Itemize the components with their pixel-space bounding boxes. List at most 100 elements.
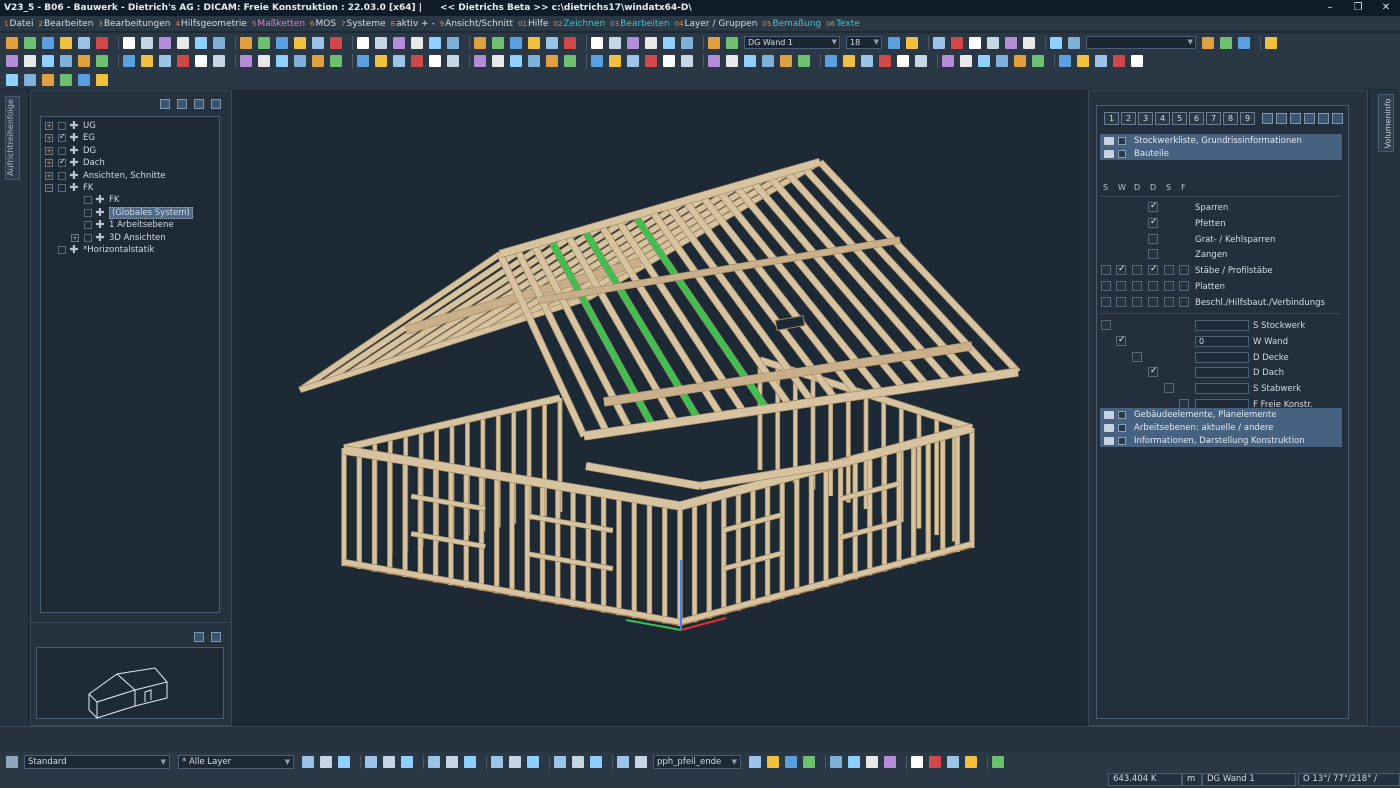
detail-view-icon[interactable] (1276, 113, 1287, 124)
tool-icon[interactable] (528, 54, 540, 67)
expand-toggle[interactable]: + (45, 122, 53, 130)
storey-value-field[interactable] (1195, 351, 1249, 363)
tool-icon[interactable] (1202, 36, 1214, 49)
storey-value-field[interactable] (1195, 383, 1249, 395)
tool-icon[interactable] (947, 756, 959, 768)
storey-checkbox[interactable] (1101, 320, 1111, 330)
tool-icon[interactable] (302, 756, 314, 768)
group-header[interactable]: Arbeitsebenen: aktuelle / andere (1100, 421, 1342, 434)
storey-tab[interactable]: 5 (1172, 112, 1187, 125)
tool-icon[interactable] (276, 36, 288, 49)
storey-checkbox[interactable] (1164, 383, 1174, 394)
group-checkbox[interactable] (1118, 410, 1126, 419)
tool-icon[interactable] (681, 36, 693, 49)
tool-icon[interactable] (78, 36, 90, 49)
style-select[interactable]: Standard ▼ (24, 755, 170, 769)
tool-icon[interactable] (42, 54, 54, 67)
tool-icon[interactable] (195, 54, 207, 67)
group-checkbox[interactable] (1118, 136, 1126, 145)
tool-icon[interactable] (564, 36, 576, 49)
menu-item[interactable]: 01Hilfe (518, 19, 548, 29)
tree-node[interactable]: + ✚ Ansichten, Schnitte (45, 170, 166, 182)
part-checkbox[interactable] (1179, 265, 1189, 276)
menu-item[interactable]: 7Systeme (341, 19, 386, 29)
tool-icon[interactable] (1014, 54, 1026, 67)
expand-toggle[interactable]: + (45, 159, 53, 168)
storey-tab[interactable]: 4 (1155, 112, 1170, 125)
tool-icon[interactable] (645, 36, 657, 49)
tool-icon[interactable] (951, 36, 963, 49)
menu-item[interactable]: 03Bearbeiten (610, 19, 669, 29)
menu-item[interactable]: 02Zeichnen (553, 19, 605, 29)
tool-icon[interactable] (798, 54, 810, 67)
tool-icon[interactable] (1095, 54, 1107, 67)
tool-icon[interactable] (897, 54, 909, 67)
tool-icon[interactable] (915, 54, 927, 67)
storey-tab[interactable]: 2 (1121, 112, 1136, 125)
arrow-style-select[interactable]: pph_pfeil_ende ▼ (653, 755, 741, 769)
tool-icon[interactable] (294, 36, 306, 49)
tool-icon[interactable] (240, 36, 252, 49)
part-checkbox[interactable] (1101, 265, 1111, 276)
tool-icon[interactable] (447, 36, 459, 49)
tool-icon[interactable] (447, 54, 459, 67)
part-checkbox[interactable] (1164, 281, 1174, 291)
tree-view-icon[interactable] (1290, 113, 1301, 124)
part-checkbox[interactable] (1148, 281, 1158, 291)
tool-icon[interactable] (888, 36, 900, 49)
tool-icon[interactable] (159, 36, 171, 49)
tree-node[interactable]: + ✚ EG (45, 132, 95, 144)
restore-button[interactable]: ❐ (1344, 0, 1372, 16)
menu-item[interactable]: 6MOS (310, 19, 336, 29)
tool-icon[interactable] (195, 36, 207, 49)
tool-icon[interactable] (564, 54, 576, 67)
group-checkbox[interactable] (1118, 149, 1126, 158)
tool-icon[interactable] (375, 36, 387, 49)
expand-toggle[interactable]: − (45, 184, 53, 192)
expand-toggle[interactable]: + (45, 171, 53, 180)
tool-icon[interactable] (825, 54, 837, 67)
tool-icon[interactable] (258, 54, 270, 67)
tool-icon[interactable] (663, 36, 675, 49)
tool-icon[interactable] (708, 54, 720, 67)
tool-icon[interactable] (357, 54, 369, 67)
tool-icon[interactable] (645, 54, 657, 67)
erection-order-tab[interactable]: Aufrichtreihenfolge (5, 96, 20, 180)
group-checkbox[interactable] (1118, 423, 1126, 432)
collapse-icon[interactable] (1332, 113, 1343, 124)
menu-item[interactable]: 3Bearbeitungen (98, 19, 170, 29)
pin-icon[interactable] (1304, 113, 1315, 124)
tool-icon[interactable] (357, 36, 369, 49)
tool-icon[interactable] (591, 36, 603, 49)
part-checkbox[interactable] (1148, 233, 1158, 244)
visibility-checkbox[interactable] (84, 196, 92, 205)
tool-icon[interactable] (965, 756, 977, 768)
dock-right-icon[interactable] (1318, 113, 1329, 124)
size-select[interactable]: 18 ▼ (846, 36, 882, 49)
list-view-icon[interactable] (1262, 113, 1273, 124)
menu-item[interactable]: 9Ansicht/Schnitt (440, 19, 513, 29)
tool-icon[interactable] (24, 36, 36, 49)
tool-icon[interactable] (546, 54, 558, 67)
tool-icon[interactable] (987, 36, 999, 49)
tree-node[interactable]: + ✚ DG (45, 145, 96, 157)
tool-icon[interactable] (474, 54, 486, 67)
tool-icon[interactable] (726, 36, 738, 49)
part-checkbox[interactable] (1148, 296, 1158, 307)
tool-icon[interactable] (546, 36, 558, 49)
tool-icon[interactable] (60, 36, 72, 49)
tool-icon[interactable] (6, 36, 18, 49)
tool-icon[interactable] (726, 54, 738, 67)
tool-icon[interactable] (338, 756, 350, 768)
group-header[interactable]: Bauteile (1100, 147, 1342, 160)
part-checkbox[interactable] (1179, 296, 1189, 307)
tree-node[interactable]: ✚ FK (71, 194, 119, 206)
tool-icon[interactable] (6, 54, 18, 67)
part-checkbox[interactable] (1132, 281, 1142, 291)
storey-tab[interactable]: 1 (1104, 112, 1119, 125)
storey-value-field[interactable]: 0 (1195, 335, 1249, 347)
group-checkbox[interactable] (1118, 436, 1126, 445)
tool-icon[interactable] (428, 756, 440, 768)
menu-item[interactable]: 4Hilfsgeometrie (175, 19, 246, 29)
visibility-checkbox[interactable] (58, 246, 66, 254)
